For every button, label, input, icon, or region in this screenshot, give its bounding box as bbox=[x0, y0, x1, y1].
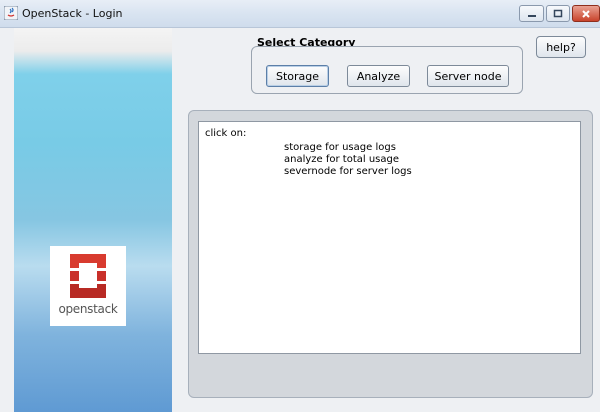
close-icon bbox=[582, 9, 590, 18]
output-line: analyze for total usage bbox=[284, 154, 400, 165]
output-line: storage for usage logs bbox=[284, 142, 396, 153]
output-label: click on: bbox=[205, 128, 247, 139]
analyze-button[interactable]: Analyze bbox=[347, 65, 410, 87]
help-button[interactable]: help? bbox=[536, 36, 586, 58]
openstack-logo-icon bbox=[70, 254, 106, 298]
close-button[interactable] bbox=[572, 5, 600, 22]
minimize-button[interactable] bbox=[519, 5, 544, 22]
output-text-area[interactable]: click on: storage for usage logs analyze… bbox=[198, 121, 581, 354]
java-app-icon bbox=[4, 6, 18, 20]
maximize-button[interactable] bbox=[546, 5, 570, 22]
title-bar: OpenStack - Login bbox=[0, 0, 600, 28]
output-lines: storage for usage logs analyze for total… bbox=[284, 142, 412, 178]
storage-button[interactable]: Storage bbox=[266, 65, 329, 87]
logo-wordmark: openstack bbox=[58, 302, 118, 316]
maximize-icon bbox=[553, 9, 563, 17]
window-title: OpenStack - Login bbox=[22, 7, 123, 20]
openstack-logo: openstack bbox=[50, 246, 126, 326]
brand-panel bbox=[14, 28, 172, 412]
output-line: severnode for server logs bbox=[284, 166, 412, 177]
left-margin bbox=[0, 28, 14, 412]
minimize-icon bbox=[527, 14, 536, 17]
server-node-button[interactable]: Server node bbox=[427, 65, 509, 87]
